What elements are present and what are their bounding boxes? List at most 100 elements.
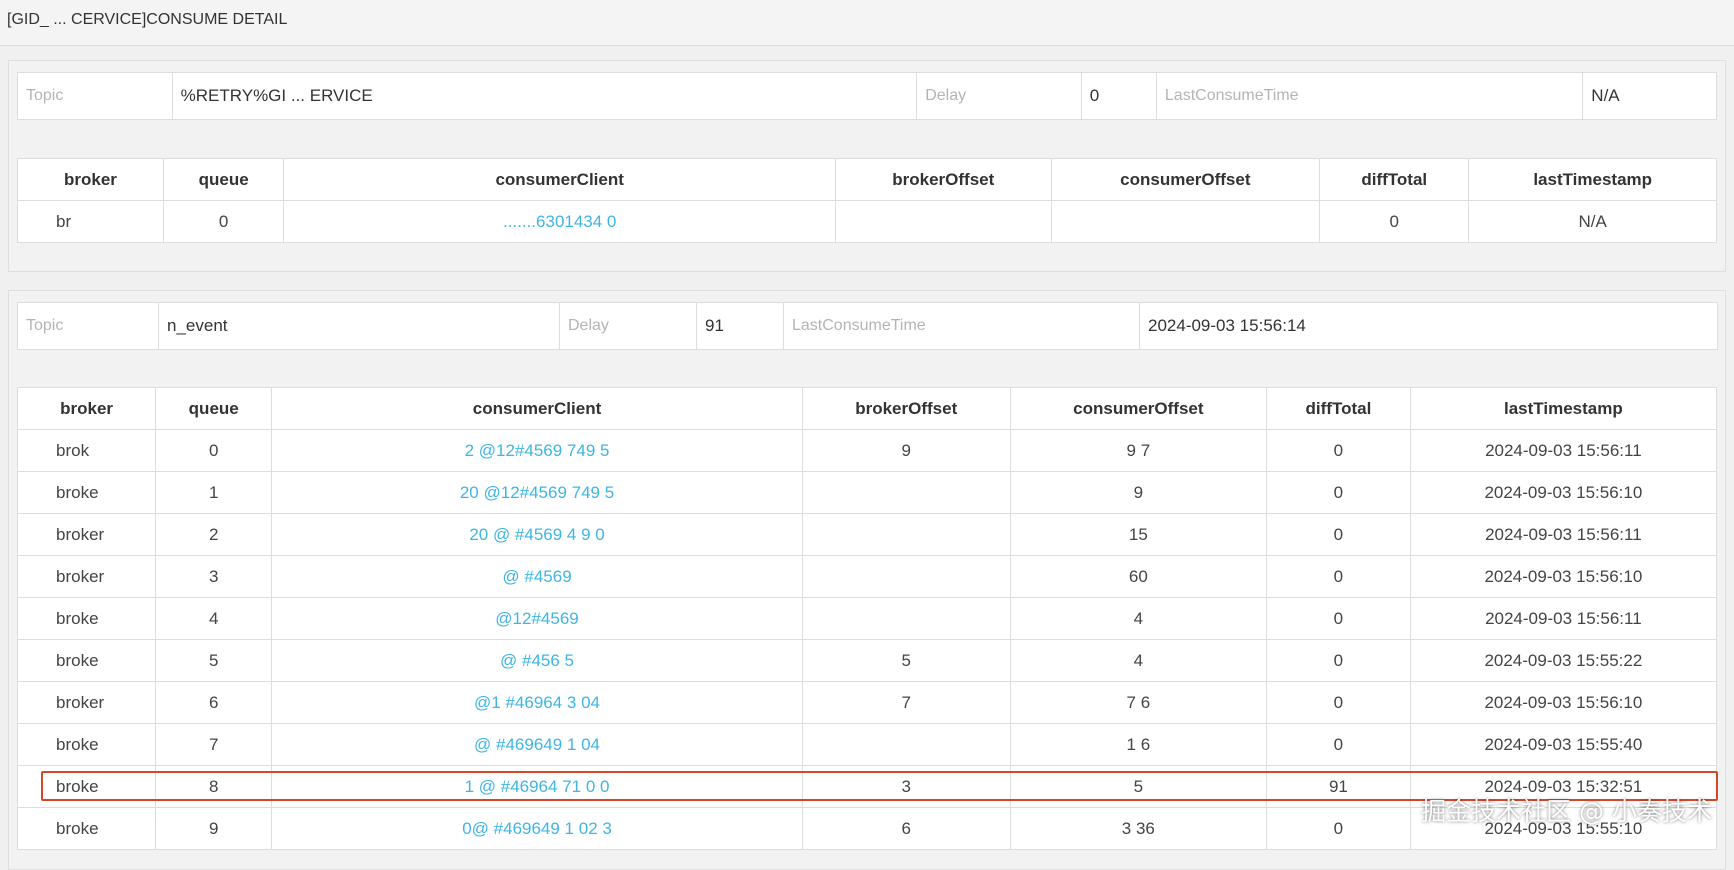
diff-total-cell: 0: [1266, 807, 1411, 850]
table-row: broker 3 @ #4569 60 0 2024-09-03 15:56:10: [16, 555, 1718, 598]
column-header-consumer-offset: consumerOffset: [1050, 158, 1321, 201]
column-header-broker: broker: [17, 158, 164, 201]
delay-value: 0: [1080, 72, 1157, 120]
last-consume-time-value: N/A: [1582, 72, 1717, 120]
consumer-client-cell: 20 @12#4569 749 5: [271, 471, 803, 514]
delay-value: 91: [696, 302, 784, 350]
queue-cell: 1: [155, 471, 273, 514]
consumer-offset-cell: 15: [1009, 513, 1268, 556]
consumer-offset-cell: 1 6: [1009, 723, 1268, 766]
last-timestamp-cell: 2024-09-03 15:56:10: [1409, 681, 1718, 724]
consumer-client-cell: @ #4569: [271, 555, 803, 598]
column-header-consumer-offset: consumerOffset: [1009, 387, 1268, 430]
last-timestamp-cell: 2024-09-03 15:56:10: [1409, 555, 1718, 598]
table-row: brok 0 2 @12#4569 749 599 7 0 2024-09-03 15:…: [16, 429, 1718, 472]
diff-total-cell: 0: [1266, 597, 1411, 640]
table-row: broke 4 @12#4569 4 0 2024-09-03 15:56:11: [16, 597, 1718, 640]
last-timestamp-cell: N/A: [1468, 200, 1717, 243]
column-header-last-timestamp: lastTimestamp: [1468, 158, 1717, 201]
diff-total-cell: 0: [1266, 681, 1411, 724]
table-row: broker 6 @1 #46964 3 04 7 7 6 0 2024-09-03 15:…: [16, 681, 1718, 724]
broker-offset-cell: [801, 723, 1011, 766]
broker-cell: broker: [16, 681, 157, 724]
column-header-consumer-client: consumerClient: [271, 387, 803, 430]
queue-offset-table: broker queue consumerClient brokerOffset…: [17, 158, 1717, 243]
diff-total-cell: 0: [1266, 555, 1411, 598]
consumer-client-cell: .......6301434 0: [283, 200, 836, 243]
last-timestamp-cell: 2024-09-03 15:56:11: [1409, 429, 1718, 472]
broker-offset-cell: 9: [801, 429, 1011, 472]
queue-cell: 4: [155, 597, 273, 640]
diff-total-cell: 0: [1266, 429, 1411, 472]
topic-label: Topic: [17, 302, 159, 350]
table-row: broker 2 20 @ #4569 4 9 0 15 0 2024-09-03 15:…: [16, 513, 1718, 556]
last-timestamp-cell: 2024-09-03 15:56:11: [1409, 513, 1718, 556]
consumer-offset-cell: 5: [1009, 765, 1268, 808]
last-timestamp-cell: 2024-09-03 15:56:10: [1409, 471, 1718, 514]
queue-cell: 7: [155, 723, 273, 766]
consumer-offset-cell: 9 7: [1009, 429, 1268, 472]
queue-cell: 2: [155, 513, 273, 556]
last-timestamp-cell: 2024-09-03 15:56:11: [1409, 597, 1718, 640]
broker-cell: broke: [16, 723, 157, 766]
column-header-consumer-client: consumerClient: [283, 158, 836, 201]
last-timestamp-cell: 2024-09-03 15:55:40: [1409, 723, 1718, 766]
table-row: broke 1 20 @12#4569 749 5 9 0 2024-09-03 15:5…: [16, 471, 1718, 514]
broker-offset-cell: [801, 597, 1011, 640]
consumer-offset-cell: 60: [1009, 555, 1268, 598]
column-header-diff-total: diffTotal: [1266, 387, 1411, 430]
topic-value: %RETRY%GI ... ERVICE: [171, 72, 918, 120]
consumer-offset-cell: 9: [1009, 471, 1268, 514]
consumer-offset-cell: 7 6: [1009, 681, 1268, 724]
last-consume-time-label: LastConsumeTime: [1155, 72, 1584, 120]
queue-cell: 3: [155, 555, 273, 598]
broker-offset-cell: [834, 200, 1052, 243]
diff-total-cell: 91: [1266, 765, 1411, 808]
delay-label: Delay: [916, 72, 1082, 120]
page-title: [GID_ ... CERVICE]CONSUME DETAIL: [7, 11, 288, 28]
watermark: 掘金技术社区 @ 小奏技术: [1421, 797, 1712, 826]
column-header-broker: broker: [16, 387, 157, 430]
diff-total-cell: 0: [1266, 723, 1411, 766]
broker-cell: broke: [16, 807, 157, 850]
consumer-client-cell: 0@ #469649 1 02 3: [271, 807, 803, 850]
consumer-offset-cell: 4: [1009, 639, 1268, 682]
broker-offset-cell: 6: [801, 807, 1011, 850]
page-header: [GID_ ... CERVICE]CONSUME DETAIL: [0, 0, 1734, 46]
queue-cell: 9: [155, 807, 273, 850]
topic-info-table: Topic n_event Delay 91 LastConsumeTime 2…: [17, 302, 1718, 350]
broker-offset-cell: 5: [801, 639, 1011, 682]
consumer-client-cell: 1 @ #46964 71 0 0: [271, 765, 803, 808]
consumer-client-cell: 2 @12#4569 749 5: [271, 429, 803, 472]
column-header-broker-offset: brokerOffset: [834, 158, 1052, 201]
consumer-client-cell: @ #469649 1 04: [271, 723, 803, 766]
last-consume-time-label: LastConsumeTime: [783, 302, 1140, 350]
broker-offset-cell: [801, 513, 1011, 556]
queue-cell: 0: [155, 429, 273, 472]
queue-cell: 0: [162, 200, 285, 243]
column-header-diff-total: diffTotal: [1319, 158, 1470, 201]
last-consume-time-value: 2024-09-03 15:56:14: [1139, 302, 1718, 350]
table-row: broke 7 @ #469649 1 04 1 6 0 2024-09-03 15:55…: [16, 723, 1718, 766]
broker-cell: broker: [16, 513, 157, 556]
consumer-offset-cell: 4: [1009, 597, 1268, 640]
broker-cell: broker: [16, 555, 157, 598]
consumer-offset-cell: 3 36: [1009, 807, 1268, 850]
table-row: br 0 .......6301434 0 0 N/A: [17, 200, 1717, 243]
broker-cell: broke: [16, 639, 157, 682]
topic-info-table: Topic %RETRY%GI ... ERVICE Delay 0 LastC…: [17, 72, 1717, 120]
column-header-broker-offset: brokerOffset: [801, 387, 1011, 430]
consumer-offset-cell: [1050, 200, 1321, 243]
last-timestamp-cell: 2024-09-03 15:55:22: [1409, 639, 1718, 682]
broker-cell: broke: [16, 765, 157, 808]
table-row: broke 5 @ #456 5 5 4 0 2024-09-03 15:55:22: [16, 639, 1718, 682]
column-header-last-timestamp: lastTimestamp: [1409, 387, 1718, 430]
column-header-queue: queue: [162, 158, 285, 201]
broker-cell: brok: [16, 429, 157, 472]
broker-offset-cell: 7: [801, 681, 1011, 724]
delay-label: Delay: [559, 302, 697, 350]
broker-cell: broke: [16, 597, 157, 640]
consumer-client-cell: @12#4569: [271, 597, 803, 640]
queue-cell: 6: [155, 681, 273, 724]
queue-cell: 8: [155, 765, 273, 808]
